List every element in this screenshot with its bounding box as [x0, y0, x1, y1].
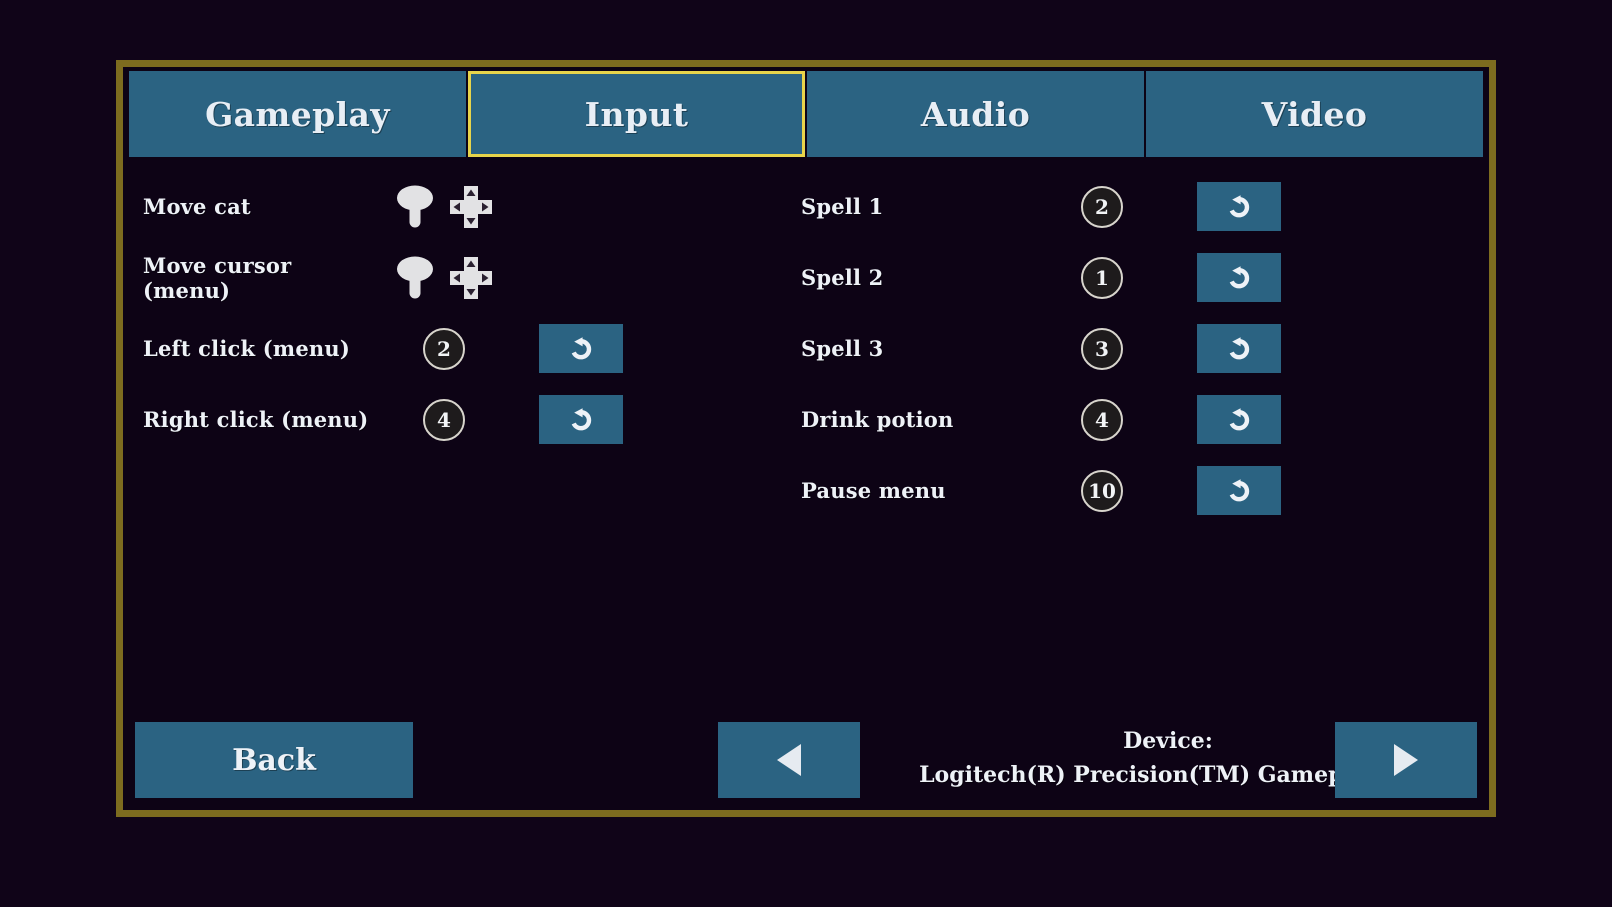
reset-spacer	[539, 253, 623, 302]
binding-value: 1	[1041, 256, 1163, 299]
binding-row[interactable]: Move cursor (menu)	[137, 242, 797, 313]
binding-row[interactable]: Left click (menu) 2	[137, 313, 797, 384]
tab-label: Gameplay	[205, 94, 390, 134]
binding-row[interactable]: Drink potion 4	[795, 384, 1455, 455]
binding-label: Spell 1	[801, 194, 884, 219]
options-panel-inner: Gameplay Input Audio Video Move cat Move cur…	[123, 67, 1489, 810]
binding-row[interactable]: Spell 1 2	[795, 171, 1455, 242]
binding-label: Drink potion	[801, 407, 954, 432]
binding-label: Spell 3	[801, 336, 884, 361]
undo-arrow-icon	[571, 336, 592, 359]
tab-label: Video	[1261, 94, 1368, 134]
tab-input[interactable]: Input	[468, 71, 805, 157]
binding-row[interactable]: Pause menu 10	[795, 455, 1455, 526]
button-badge: 10	[1081, 469, 1123, 512]
button-badge: 4	[1081, 398, 1123, 441]
tab-label: Audio	[920, 94, 1031, 134]
undo-arrow-icon	[571, 407, 592, 430]
tab-video[interactable]: Video	[1146, 71, 1483, 157]
binding-value: 2	[1041, 185, 1163, 228]
binding-value	[383, 256, 505, 300]
bindings-column-right: Spell 1 2 Spell 2 1 Spell 3 3 Drink potion 4 Pau…	[795, 171, 1455, 526]
analog-stick-icon	[397, 256, 433, 298]
binding-label: Spell 2	[801, 265, 884, 290]
undo-arrow-icon	[1229, 265, 1250, 288]
reset-spacer	[539, 182, 623, 231]
reset-binding-button[interactable]	[1197, 395, 1281, 444]
undo-arrow-icon	[1229, 407, 1250, 430]
reset-binding-button[interactable]	[1197, 253, 1281, 302]
button-badge: 3	[1081, 327, 1123, 370]
bottom-action-bar: Back Device: Logitech(R) Precision(TM) G…	[123, 722, 1489, 798]
binding-value: 2	[383, 327, 505, 370]
undo-arrow-icon	[1229, 194, 1250, 217]
button-badge: 4	[423, 398, 465, 441]
back-button-label: Back	[232, 742, 316, 778]
button-badge: 2	[423, 327, 465, 370]
tab-label: Input	[584, 94, 689, 134]
undo-arrow-icon	[1229, 478, 1250, 501]
binding-value: 4	[1041, 398, 1163, 441]
binding-label: Pause menu	[801, 478, 946, 503]
analog-stick-icon	[397, 185, 433, 227]
tab-audio[interactable]: Audio	[807, 71, 1144, 157]
bindings-column-left: Move cat Move cursor (menu) Left click (me…	[137, 171, 797, 455]
reset-binding-button[interactable]	[1197, 182, 1281, 231]
options-menu-panel: Gameplay Input Audio Video Move cat Move cur…	[116, 60, 1496, 817]
binding-value: 3	[1041, 327, 1163, 370]
tab-gameplay[interactable]: Gameplay	[129, 71, 466, 157]
binding-label: Left click (menu)	[143, 336, 350, 361]
settings-tab-bar: Gameplay Input Audio Video	[129, 71, 1483, 157]
binding-value: 4	[383, 398, 505, 441]
device-previous-button[interactable]	[718, 722, 860, 798]
binding-label: Right click (menu)	[143, 407, 369, 432]
binding-label: Move cat	[143, 194, 251, 219]
undo-arrow-icon	[1229, 336, 1250, 359]
dpad-icon	[450, 185, 492, 228]
binding-row[interactable]: Spell 3 3	[795, 313, 1455, 384]
binding-row[interactable]: Spell 2 1	[795, 242, 1455, 313]
device-next-button[interactable]	[1335, 722, 1477, 798]
reset-binding-button[interactable]	[539, 395, 623, 444]
binding-value: 10	[1041, 469, 1163, 512]
button-badge: 1	[1081, 256, 1123, 299]
triangle-right-icon	[1394, 744, 1418, 776]
reset-binding-button[interactable]	[1197, 466, 1281, 515]
binding-value	[383, 185, 505, 229]
binding-label: Move cursor (menu)	[143, 252, 292, 303]
triangle-left-icon	[777, 744, 801, 776]
back-button[interactable]: Back	[135, 722, 413, 798]
dpad-icon	[450, 256, 492, 299]
binding-row[interactable]: Right click (menu) 4	[137, 384, 797, 455]
binding-row[interactable]: Move cat	[137, 171, 797, 242]
button-badge: 2	[1081, 185, 1123, 228]
reset-binding-button[interactable]	[1197, 324, 1281, 373]
reset-binding-button[interactable]	[539, 324, 623, 373]
